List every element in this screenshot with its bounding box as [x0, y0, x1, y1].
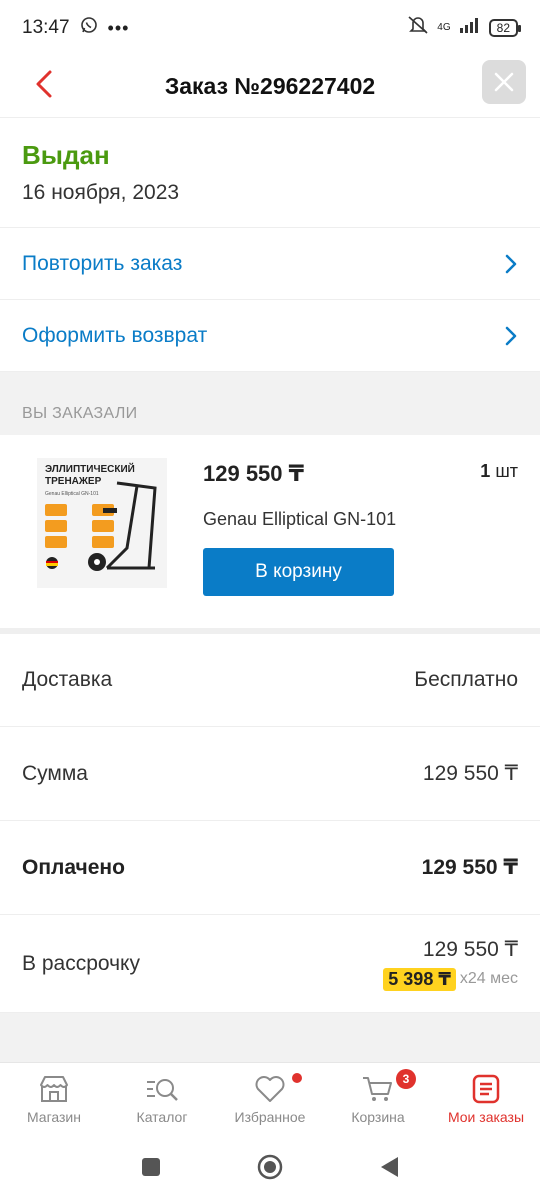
installment-label: В рассрочку — [22, 951, 140, 975]
product-price: 129 550 ₸ — [203, 461, 304, 486]
order-status: Выдан — [22, 140, 110, 170]
page-title: Заказ №296227402 — [164, 73, 376, 99]
more-notifications-icon: ••• — [107, 17, 130, 38]
product-card: ЭЛЛИПТИЧЕСКИЙ ТРЕНАЖЕР Genau Elliptical … — [0, 435, 540, 628]
image-title-line1: ЭЛЛИПТИЧЕСКИЙ — [45, 462, 135, 475]
store-icon — [40, 1076, 68, 1102]
back-nav-button[interactable] — [378, 1155, 400, 1184]
installment-row: В рассрочку 129 550 ₸ 5 398 ₸ x24 мес — [0, 915, 540, 1013]
return-order-row[interactable]: Оформить возврат — [0, 300, 540, 372]
tab-catalog[interactable]: Каталог — [108, 1063, 216, 1138]
close-button[interactable] — [482, 60, 526, 104]
network-type-label: 4G — [437, 22, 451, 33]
tab-store[interactable]: Магазин — [0, 1063, 108, 1138]
whatsapp-icon — [80, 16, 98, 40]
tab-my-orders[interactable]: Мои заказы — [432, 1063, 540, 1138]
chevron-right-icon — [504, 253, 518, 275]
favorites-notification-dot — [292, 1073, 302, 1083]
paid-label: Оплачено — [22, 855, 125, 879]
system-navigation-bar — [0, 1138, 540, 1200]
installment-details: 129 550 ₸ 5 398 ₸ x24 мес — [383, 937, 518, 991]
cart-icon — [363, 1077, 392, 1101]
tab-favorites-label: Избранное — [234, 1109, 306, 1125]
cart-count-badge: 3 — [396, 1069, 416, 1089]
tab-cart[interactable]: 3 Корзина — [324, 1063, 432, 1138]
product-name[interactable]: Genau Elliptical GN-101 — [203, 509, 396, 530]
sum-row: Сумма 129 550 ₸ — [0, 727, 540, 821]
close-icon — [494, 72, 514, 92]
page-header: Заказ №296227402 — [0, 56, 540, 118]
bottom-tab-bar: Магазин Каталог Избранное 3 Корзина Мои … — [0, 1062, 540, 1138]
quantity-unit: шт — [495, 461, 518, 481]
home-button[interactable] — [256, 1153, 284, 1186]
signal-icon — [459, 17, 481, 39]
recent-apps-button[interactable] — [140, 1156, 162, 1183]
back-chevron-icon — [36, 70, 52, 98]
tab-favorites[interactable]: Избранное — [216, 1063, 324, 1138]
chevron-right-icon — [504, 325, 518, 347]
image-title-line2: ТРЕНАЖЕР — [45, 476, 102, 487]
repeat-order-row[interactable]: Повторить заказ — [0, 228, 540, 300]
order-status-section: Выдан 16 ноября, 2023 — [0, 118, 540, 228]
catalog-search-icon — [147, 1079, 178, 1101]
heart-icon — [255, 1076, 285, 1102]
tab-catalog-label: Каталог — [136, 1109, 188, 1125]
delivery-label: Доставка — [22, 668, 113, 691]
delivery-value: Бесплатно — [414, 668, 518, 691]
orders-icon — [472, 1074, 500, 1104]
product-quantity: 1 шт — [480, 461, 518, 482]
battery-icon: 82 — [488, 19, 522, 37]
image-subtitle: Genau Elliptical GN-101 — [45, 491, 99, 497]
add-to-cart-button[interactable]: В корзину — [203, 548, 394, 596]
paid-value: 129 550 ₸ — [421, 856, 518, 879]
status-time: 13:47 — [22, 17, 70, 38]
back-button[interactable] — [24, 64, 64, 104]
status-bar: 13:47 ••• 4G 82 — [0, 0, 540, 56]
order-date: 16 ноября, 2023 — [22, 181, 180, 204]
installment-monthly-badge: 5 398 ₸ — [383, 967, 456, 991]
repeat-order-label: Повторить заказ — [22, 251, 183, 275]
return-order-label: Оформить возврат — [22, 323, 208, 347]
battery-level: 82 — [496, 21, 510, 35]
order-summary: Доставка Бесплатно Сумма 129 550 ₸ Оплач… — [0, 634, 540, 1013]
mute-icon — [407, 15, 429, 41]
installment-total: 129 550 ₸ — [422, 937, 518, 961]
tab-my-orders-label: Мои заказы — [447, 1109, 525, 1125]
quantity-value: 1 — [480, 461, 491, 481]
sum-value: 129 550 ₸ — [422, 762, 518, 785]
paid-row: Оплачено 129 550 ₸ — [0, 821, 540, 915]
tab-cart-label: Корзина — [351, 1109, 405, 1125]
delivery-row: Доставка Бесплатно — [0, 634, 540, 727]
tab-store-label: Магазин — [26, 1109, 81, 1125]
sum-label: Сумма — [22, 761, 88, 785]
ordered-section-title: ВЫ ЗАКАЗАЛИ — [0, 373, 540, 435]
installment-months: x24 мес — [459, 970, 518, 987]
product-image[interactable]: ЭЛЛИПТИЧЕСКИЙ ТРЕНАЖЕР Genau Elliptical … — [37, 458, 167, 588]
